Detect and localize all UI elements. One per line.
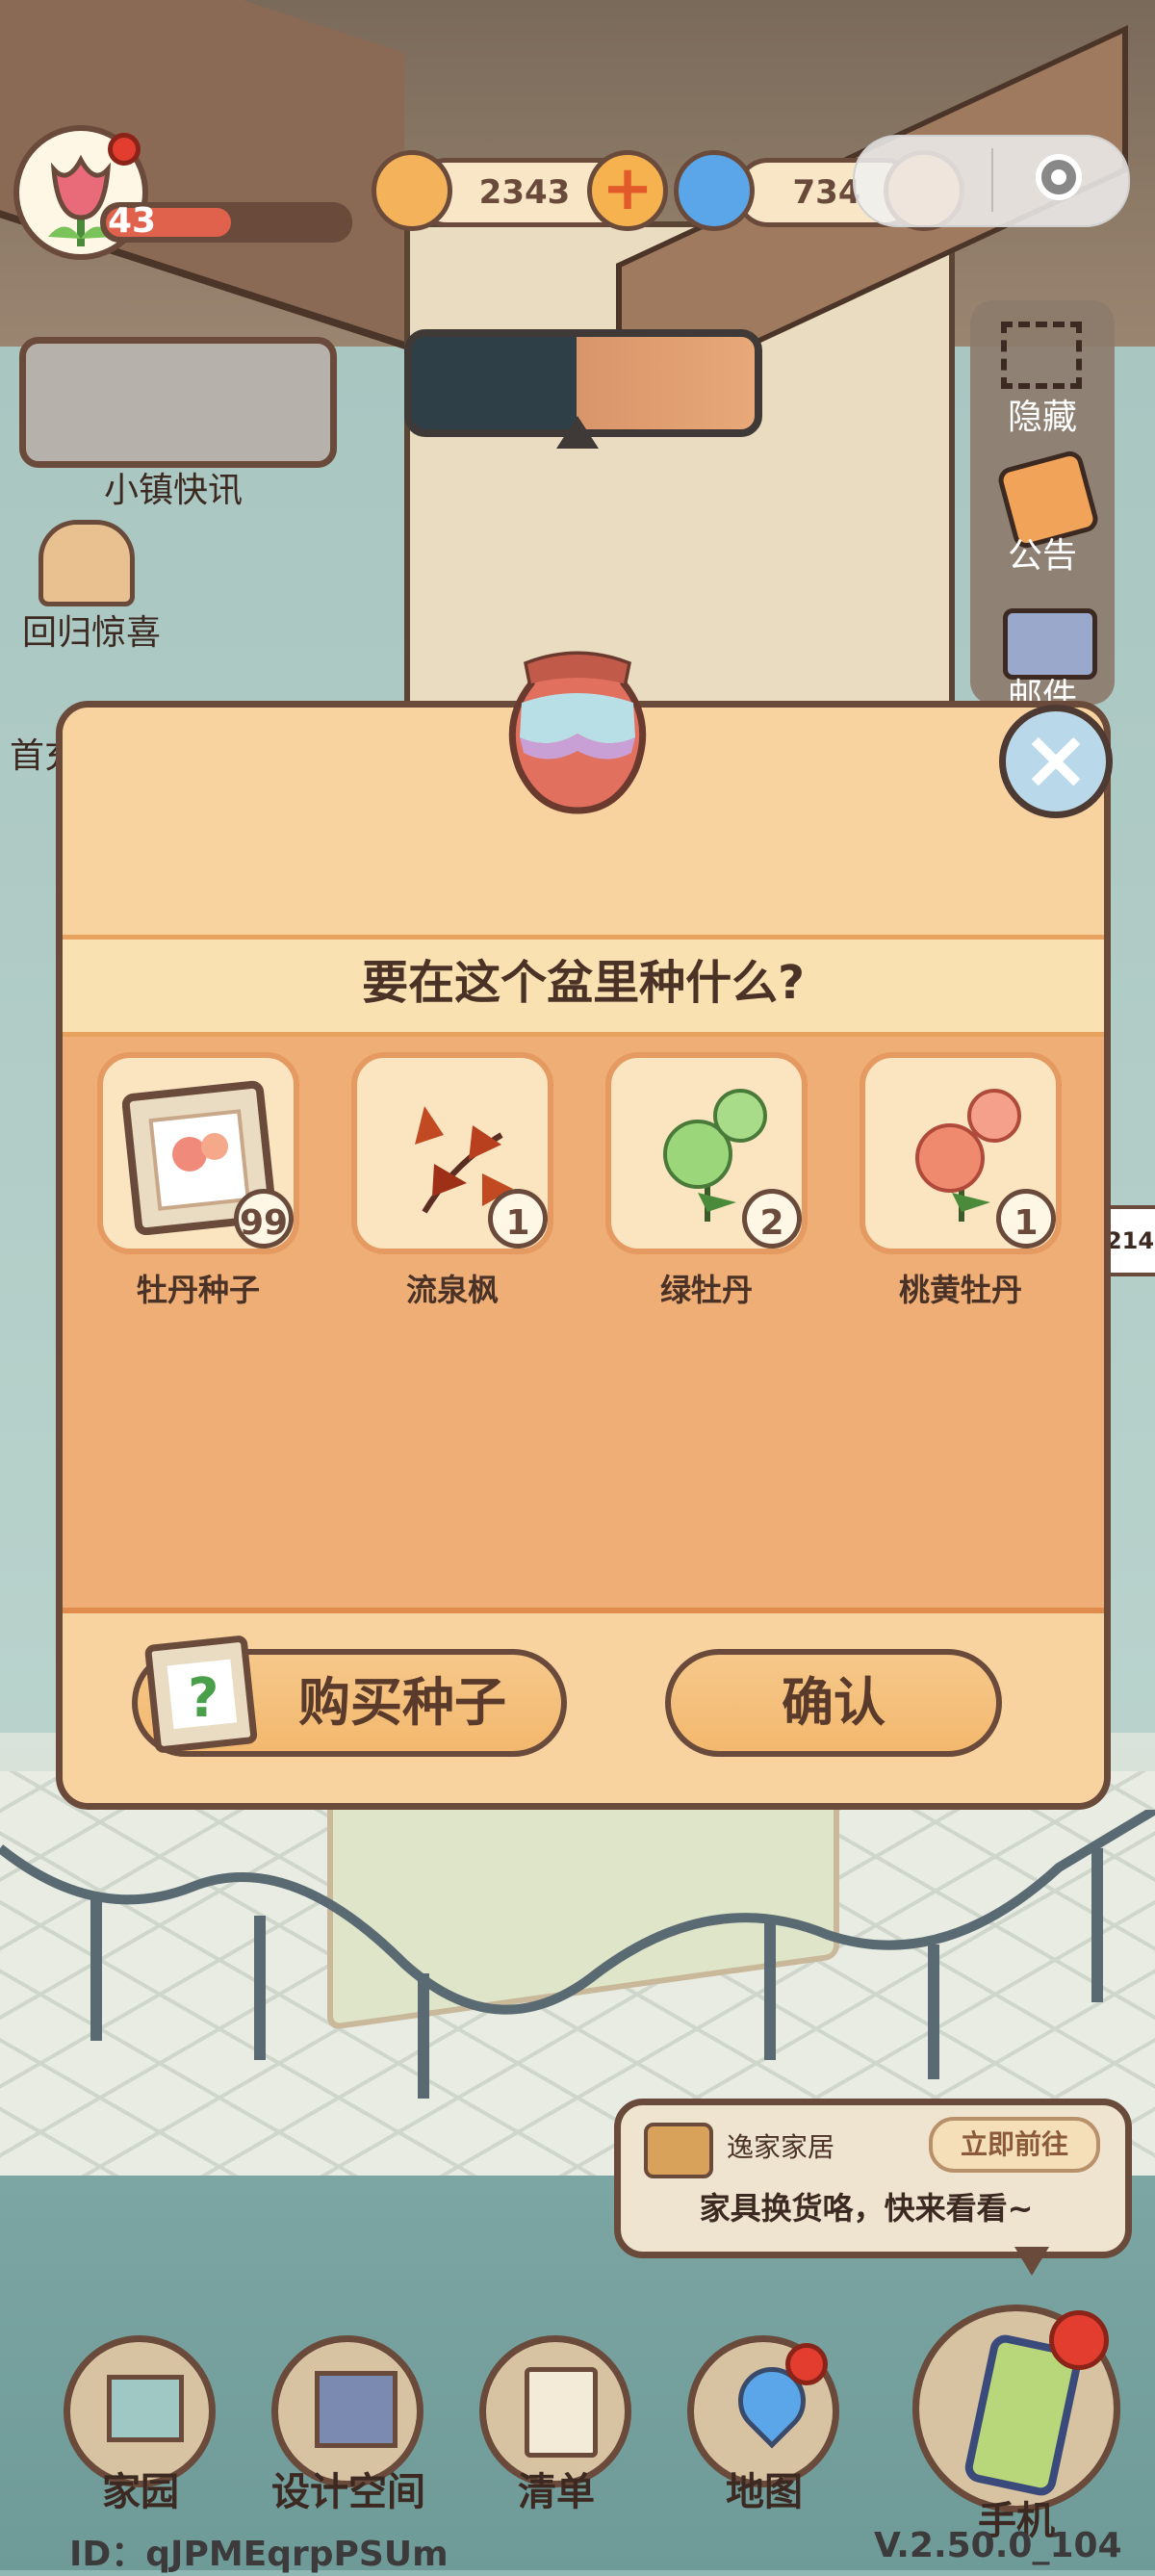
notice-pointer-icon (1014, 2247, 1049, 2276)
fence (0, 1810, 1155, 2099)
nav-map-label[interactable]: 地图 (668, 2460, 860, 2516)
add-coins-button[interactable]: + (587, 150, 668, 231)
item-green-peony[interactable]: 2 (605, 1052, 808, 1254)
design-icon (315, 2371, 398, 2448)
hide-label[interactable]: 隐藏 (980, 389, 1105, 439)
version: V.2.50.0_104 (874, 2526, 1122, 2565)
item-label: 桃黄牡丹 (898, 1272, 1022, 1308)
shop-name: 逸家家居 (727, 2131, 835, 2163)
item-count: 1 (996, 1189, 1056, 1249)
mail-label[interactable]: 邮件 (980, 668, 1105, 701)
item-count: 1 (488, 1189, 548, 1249)
swirl-gem-icon (674, 150, 755, 231)
map-notification-dot (785, 2343, 828, 2385)
target-icon (1051, 169, 1066, 185)
item-label: 流泉枫 (405, 1272, 499, 1308)
item-count: 2 (742, 1189, 802, 1249)
mini-program-capsule (853, 135, 1130, 227)
close-icon: × (1020, 711, 1091, 808)
return-surprise-label[interactable]: 回归惊喜 (0, 605, 183, 655)
news-label: 小镇快讯 (103, 471, 243, 510)
gift-egg-icon[interactable] (38, 520, 135, 606)
mystery-seed-icon: ? (144, 1636, 258, 1753)
capsule-close-button[interactable] (1036, 154, 1082, 200)
notice-message: 家具换货咯，快来看看~ (699, 2190, 1034, 2227)
item-peony-seed[interactable]: 99 (97, 1052, 299, 1254)
announcement-label[interactable]: 公告 (980, 528, 1105, 578)
coin-icon (372, 150, 452, 231)
sofa-icon (644, 2123, 713, 2178)
item-label: 牡丹种子 (136, 1272, 260, 1308)
list-icon (525, 2367, 598, 2458)
plant-dialog: 要在这个盆里种什么? 99 牡丹种子 1 流泉枫 2 绿牡丹 1 桃黄牡丹 购买… (56, 701, 1111, 1810)
player-level: 43 (108, 201, 157, 241)
confirm-button[interactable]: 确认 (665, 1649, 1002, 1757)
phone-notification-dot (1049, 2310, 1109, 2370)
player-id: ID：qJPMEqrpPSUm (69, 2535, 449, 2574)
item-count: 99 (234, 1189, 294, 1249)
item-peach-peony[interactable]: 1 (860, 1052, 1062, 1254)
nav-design-label[interactable]: 设计空间 (252, 2460, 445, 2516)
nav-list-label[interactable]: 清单 (460, 2460, 653, 2516)
weather-pointer-icon (556, 416, 599, 449)
dialog-question: 要在这个盆里种什么? (362, 956, 805, 1010)
item-maple[interactable]: 1 (351, 1052, 553, 1254)
hide-icon[interactable] (1001, 322, 1082, 389)
avatar-notification-dot (108, 133, 141, 166)
goto-button[interactable]: 立即前往 (929, 2117, 1100, 2173)
home-icon (107, 2375, 184, 2442)
nav-home-label[interactable]: 家园 (44, 2460, 237, 2516)
close-dialog-button[interactable]: × (999, 705, 1113, 818)
shop-notice[interactable]: 逸家家居 立即前往 家具换货咯，快来看看~ (614, 2099, 1132, 2258)
news-panel[interactable] (19, 337, 337, 468)
svg-text:?: ? (188, 1667, 218, 1730)
flower-pot-icon (508, 651, 647, 814)
item-label: 绿牡丹 (659, 1272, 753, 1308)
capsule-divider (991, 148, 993, 212)
